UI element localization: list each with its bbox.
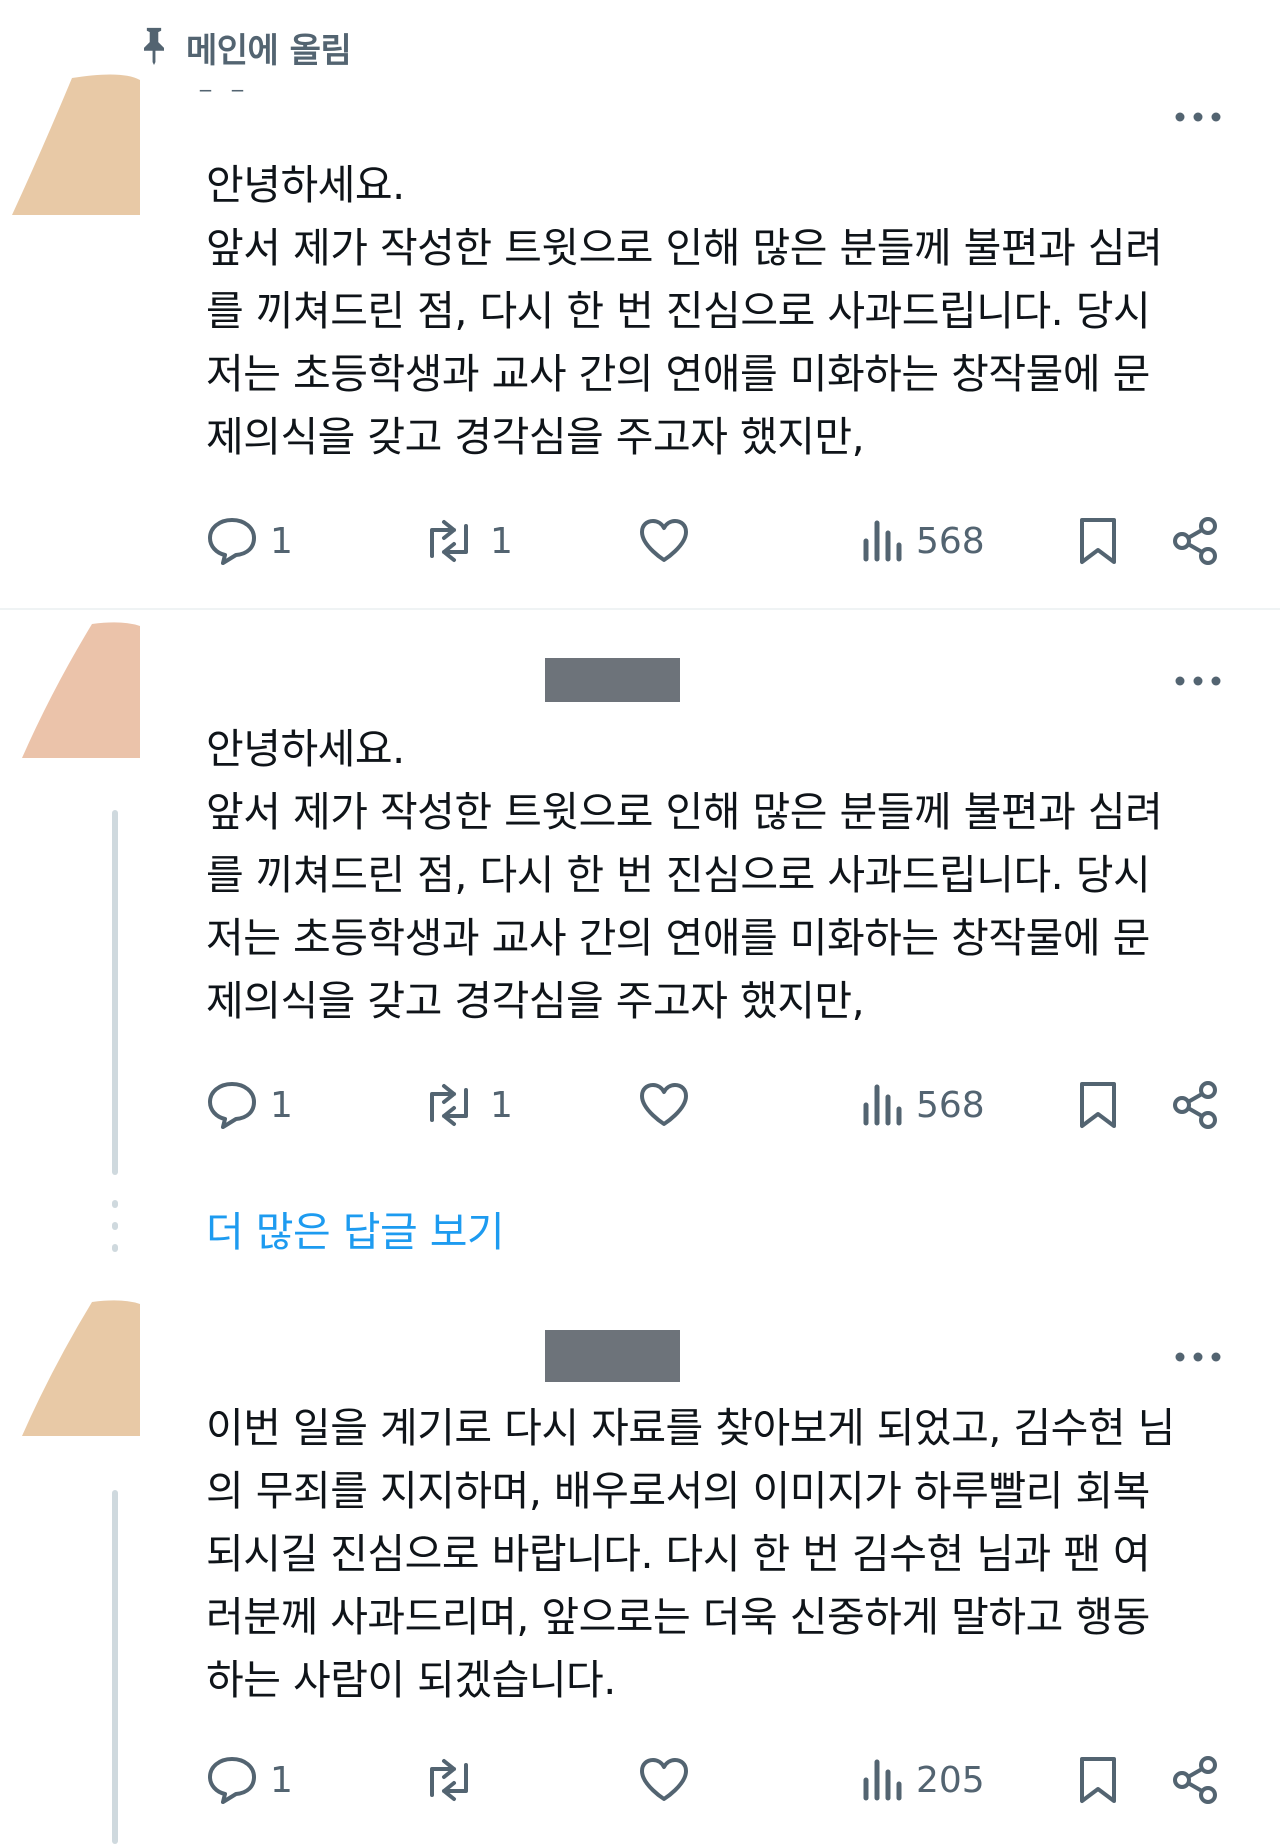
- tweet-actions: 1 205: [206, 1748, 1226, 1812]
- view-count: 205: [916, 1759, 985, 1801]
- thread-line: [112, 1490, 118, 1844]
- reply-count: 1: [270, 1759, 293, 1801]
- reply-icon: [208, 1082, 256, 1129]
- reply-icon: [208, 518, 256, 565]
- retweet-button[interactable]: [420, 1748, 490, 1812]
- views-button[interactable]: 205: [860, 1748, 985, 1812]
- redacted-username: [545, 658, 680, 702]
- retweet-icon: [430, 520, 468, 562]
- share-button[interactable]: [1170, 1748, 1220, 1812]
- heart-icon: [640, 519, 688, 562]
- tweet-actions: 1 1 568: [206, 1073, 1226, 1137]
- show-more-replies-link[interactable]: 더 많은 답글 보기: [206, 1198, 505, 1258]
- retweet-icon: [430, 1759, 468, 1801]
- retweet-count: 1: [490, 1084, 513, 1126]
- heart-icon: [640, 1083, 688, 1126]
- avatar[interactable]: [22, 1298, 142, 1436]
- share-icon: [1173, 517, 1217, 565]
- like-button[interactable]: [638, 509, 702, 573]
- retweet-icon: [430, 1084, 468, 1126]
- bookmark-button[interactable]: [1078, 1748, 1118, 1812]
- thread-dot: [112, 1222, 118, 1230]
- reply-button[interactable]: 1: [206, 509, 293, 573]
- view-count: 568: [916, 520, 985, 562]
- more-options-icon[interactable]: [1168, 666, 1228, 696]
- share-icon: [1173, 1081, 1217, 1129]
- retweet-button[interactable]: 1: [420, 509, 513, 573]
- bookmark-button[interactable]: [1078, 509, 1118, 573]
- share-button[interactable]: [1170, 1073, 1220, 1137]
- more-options-icon[interactable]: [1168, 102, 1228, 132]
- analytics-icon: [863, 520, 902, 562]
- bookmark-button[interactable]: [1078, 1073, 1118, 1137]
- thread-dot: [112, 1244, 118, 1252]
- bookmark-icon: [1080, 1082, 1116, 1128]
- reply-count: 1: [270, 520, 293, 562]
- like-button[interactable]: [638, 1748, 702, 1812]
- views-button[interactable]: 568: [860, 1073, 985, 1137]
- pin-icon: [136, 25, 172, 69]
- thread-dot: [112, 1200, 118, 1208]
- reply-icon: [208, 1757, 256, 1804]
- bookmark-icon: [1080, 1757, 1116, 1803]
- reply-count: 1: [270, 1084, 293, 1126]
- reply-button[interactable]: 1: [206, 1748, 293, 1812]
- view-count: 568: [916, 1084, 985, 1126]
- share-icon: [1173, 1756, 1217, 1804]
- more-options-icon[interactable]: [1168, 1342, 1228, 1372]
- like-button[interactable]: [638, 1073, 702, 1137]
- retweet-count: 1: [490, 520, 513, 562]
- pinned-indicator: 메인에 올림: [136, 22, 352, 72]
- author-name-redacted[interactable]: ‾ ‾: [200, 88, 243, 113]
- tweet-divider: [0, 608, 1280, 610]
- avatar[interactable]: [12, 70, 142, 215]
- pinned-label: 메인에 올림: [186, 30, 352, 71]
- views-button[interactable]: 568: [860, 509, 985, 573]
- redacted-username: [545, 1330, 680, 1382]
- tweet-actions: 1 1 568: [206, 509, 1226, 573]
- reply-button[interactable]: 1: [206, 1073, 293, 1137]
- retweet-button[interactable]: 1: [420, 1073, 513, 1137]
- tweet-text: 안녕하세요. 앞서 제가 작성한 트윗으로 인해 많은 분들께 불편과 심려 를…: [206, 161, 1163, 461]
- heart-icon: [640, 1758, 688, 1801]
- share-button[interactable]: [1170, 509, 1220, 573]
- bookmark-icon: [1080, 518, 1116, 564]
- tweet-text: 이번 일을 계기로 다시 자료를 찾아보게 되었고, 김수현 님 의 무죄를 지…: [206, 1404, 1175, 1704]
- analytics-icon: [863, 1084, 902, 1126]
- analytics-icon: [863, 1759, 902, 1801]
- thread-line: [112, 810, 118, 1175]
- avatar[interactable]: [22, 620, 142, 758]
- tweet-text: 안녕하세요. 앞서 제가 작성한 트윗으로 인해 많은 분들께 불편과 심려 를…: [206, 725, 1163, 1025]
